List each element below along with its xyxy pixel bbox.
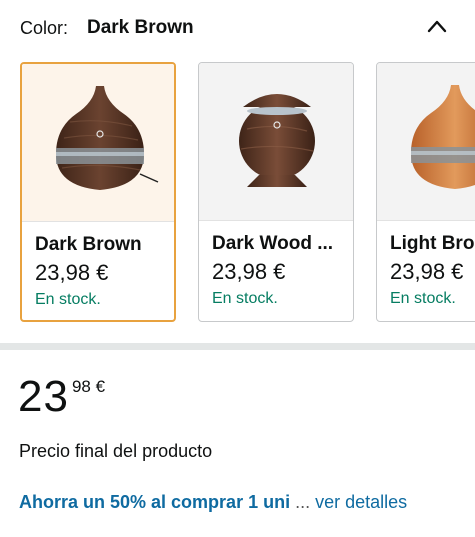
see-details-link[interactable]: ver detalles bbox=[315, 492, 407, 512]
color-selector-header[interactable]: Color: Dark Brown bbox=[20, 16, 455, 42]
price-fraction-currency: 98 € bbox=[72, 377, 105, 397]
variant-image-area bbox=[377, 63, 475, 221]
price-fraction: 98 bbox=[71, 377, 91, 396]
variant-card-light-brown[interactable]: Light Bro 23,98 € En stock. bbox=[376, 62, 475, 322]
variant-card-dark-brown[interactable]: Dark Brown 23,98 € En stock. bbox=[20, 62, 176, 322]
product-price: 23 98 € bbox=[18, 372, 105, 424]
variant-image-area bbox=[22, 64, 174, 222]
price-currency: € bbox=[95, 377, 106, 396]
variant-stock-status: En stock. bbox=[390, 290, 456, 307]
diffuser-image bbox=[239, 94, 315, 187]
variant-price: 23,98 € bbox=[212, 259, 286, 284]
promo-ellipsis: ... bbox=[295, 492, 311, 512]
promo-offer-text[interactable]: Ahorra un 50% al comprar 1 uni bbox=[19, 492, 290, 512]
color-variant-carousel[interactable]: Dark Brown 23,98 € En stock. Dark Wood .… bbox=[0, 62, 475, 326]
variant-name: Light Bro bbox=[390, 233, 475, 254]
selected-color-value: Dark Brown bbox=[87, 17, 194, 38]
variant-name: Dark Brown bbox=[35, 234, 142, 255]
variant-stock-status: En stock. bbox=[212, 290, 278, 307]
variant-price: 23,98 € bbox=[390, 259, 464, 284]
variant-name: Dark Wood ... bbox=[212, 233, 334, 254]
variant-card-dark-wood[interactable]: Dark Wood ... 23,98 € En stock. bbox=[198, 62, 354, 322]
price-whole: 23 bbox=[18, 372, 69, 421]
section-divider bbox=[0, 343, 475, 350]
promo-offer[interactable]: Ahorra un 50% al comprar 1 uni ... ver d… bbox=[19, 492, 459, 513]
color-label: Color: bbox=[20, 18, 69, 38]
variant-price: 23,98 € bbox=[35, 260, 109, 285]
chevron-up-icon[interactable] bbox=[427, 18, 447, 34]
diffuser-image bbox=[56, 86, 159, 190]
final-price-label: Precio final del producto bbox=[19, 441, 213, 461]
variant-image-area bbox=[199, 63, 353, 221]
variant-stock-status: En stock. bbox=[35, 291, 101, 308]
diffuser-image bbox=[411, 85, 475, 189]
